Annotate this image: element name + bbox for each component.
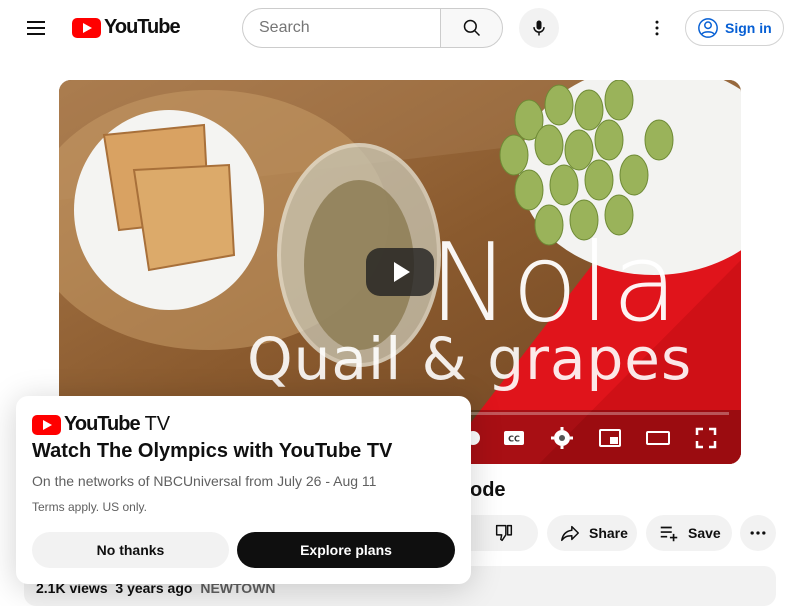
- more-horizontal-icon: [750, 531, 766, 535]
- video-overlay-title: Nola: [429, 221, 681, 346]
- subtitles-icon: CC: [504, 431, 524, 445]
- youtube-logo[interactable]: YouTube: [72, 16, 181, 39]
- video-overlay-subtitle: Quail & grapes: [247, 325, 693, 393]
- miniplayer-icon: [599, 429, 621, 447]
- settings-more-button[interactable]: [641, 12, 673, 44]
- microphone-icon: [533, 20, 545, 36]
- promo-title: Watch The Olympics with YouTube TV: [32, 440, 393, 462]
- fullscreen-icon: [695, 427, 717, 449]
- video-title: ode: [470, 479, 506, 501]
- more-actions-button[interactable]: [740, 515, 776, 551]
- save-label: Save: [688, 525, 721, 541]
- search-input[interactable]: [242, 8, 440, 48]
- svg-text:CC: CC: [508, 435, 520, 444]
- play-button[interactable]: [366, 248, 434, 296]
- miniplayer-button[interactable]: [598, 426, 622, 450]
- sign-in-button[interactable]: Sign in: [685, 10, 784, 46]
- youtube-play-icon: [72, 17, 101, 38]
- subtitles-button[interactable]: CC: [502, 426, 526, 450]
- voice-search-button[interactable]: [519, 8, 559, 48]
- youtube-tv-logo: YouTube TV: [32, 413, 170, 436]
- share-icon: [561, 525, 579, 542]
- promo-subtitle: On the networks of NBCUniversal from Jul…: [32, 473, 377, 489]
- share-label: Share: [589, 525, 628, 541]
- promo-logo-suffix: TV: [144, 413, 171, 435]
- add-to-playlist-icon: [660, 526, 678, 542]
- menu-icon[interactable]: [20, 12, 52, 44]
- more-vertical-icon: [655, 20, 659, 36]
- settings-button[interactable]: [550, 426, 574, 450]
- fullscreen-button[interactable]: [694, 426, 718, 450]
- promo-logo-text: YouTube: [64, 413, 141, 435]
- promo-terms: Terms apply. US only.: [32, 500, 147, 514]
- search-icon: [463, 19, 480, 37]
- save-button[interactable]: Save: [646, 515, 732, 551]
- theater-mode-button[interactable]: [646, 426, 670, 450]
- explore-plans-button[interactable]: Explore plans: [237, 532, 455, 568]
- search-button[interactable]: [440, 8, 503, 48]
- youtube-play-icon: [32, 414, 61, 435]
- logo-text: YouTube: [104, 16, 181, 38]
- sign-in-label: Sign in: [725, 20, 772, 36]
- youtube-tv-promo-dialog: YouTube TV Watch The Olympics with YouTub…: [16, 396, 471, 584]
- no-thanks-button[interactable]: No thanks: [32, 532, 229, 568]
- gear-icon: [551, 427, 573, 449]
- thumbs-down-icon: [495, 524, 513, 542]
- masthead: YouTube Sign in: [0, 0, 800, 56]
- account-icon: [698, 18, 718, 38]
- search-bar: [242, 8, 503, 48]
- theater-mode-icon: [646, 431, 670, 445]
- share-button[interactable]: Share: [547, 515, 637, 551]
- dislike-button[interactable]: [470, 515, 538, 551]
